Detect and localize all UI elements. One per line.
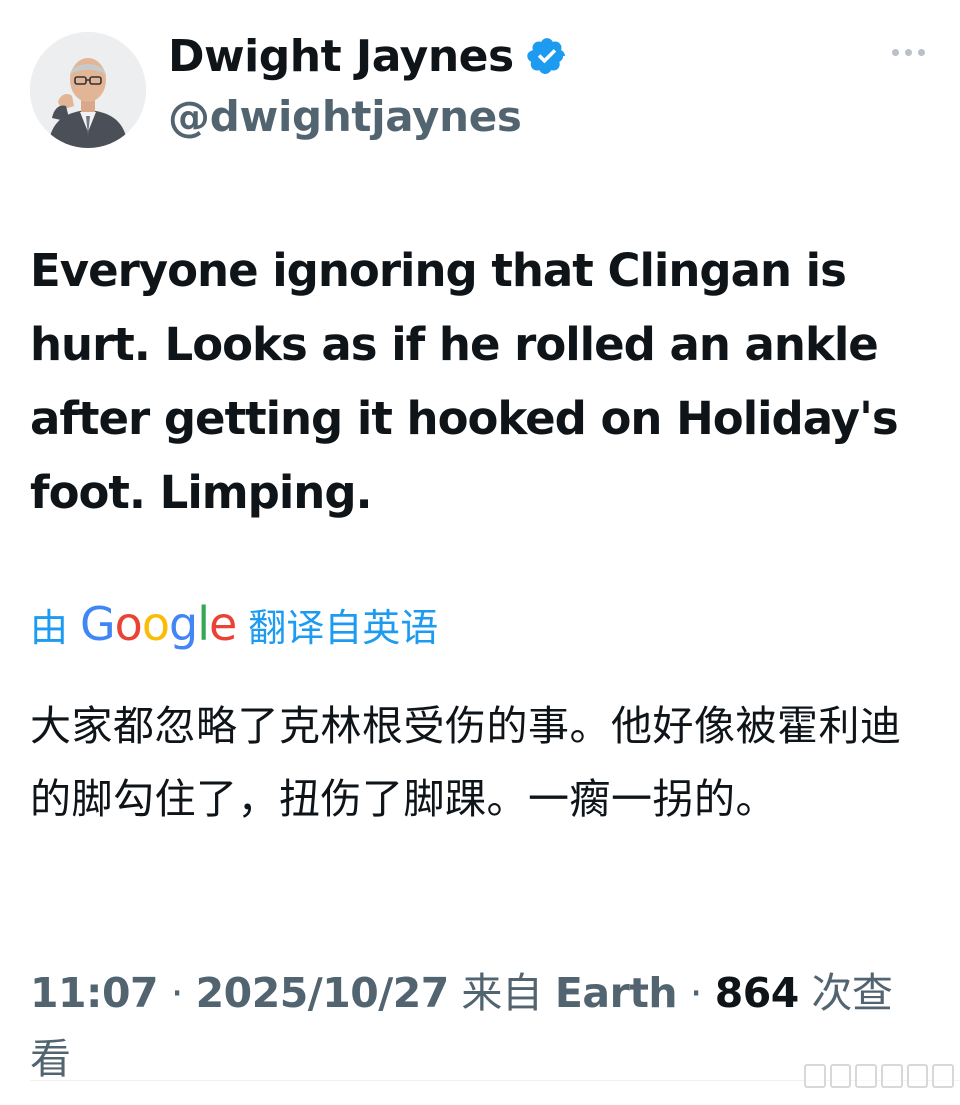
watermark-icon (803, 1061, 954, 1091)
more-dot-icon (904, 48, 912, 56)
tweet-location[interactable]: Earth (555, 969, 678, 1017)
translate-prefix: 由 (30, 605, 69, 650)
tweet-time[interactable]: 11:07 (30, 969, 159, 1017)
more-dot-icon (917, 48, 925, 56)
views-count[interactable]: 864 (715, 969, 800, 1017)
more-dot-icon (891, 48, 899, 56)
author-handle[interactable]: @dwightjaynes (168, 92, 522, 141)
tweet-card: Dwight Jaynes @dwightjaynes Everyone ign… (0, 0, 960, 1105)
translated-by-google-link[interactable]: 由 Google 翻译自英语 (30, 594, 438, 654)
author-display-name[interactable]: Dwight Jaynes (168, 31, 514, 82)
more-options-button[interactable] (880, 36, 936, 68)
google-logo-icon: Google (80, 597, 237, 651)
source-prefix: 来自 (461, 969, 543, 1017)
tweet-meta: 11:07 · 2025/10/27 来自 Earth · 864 次查看 (30, 960, 930, 1092)
avatar-photo-icon (30, 32, 146, 148)
tweet-date[interactable]: 2025/10/27 (196, 969, 450, 1017)
verified-badge-icon (526, 38, 565, 74)
avatar[interactable] (30, 32, 146, 148)
meta-separator: · (689, 969, 703, 1017)
translate-suffix: 翻译自英语 (248, 605, 439, 650)
meta-separator: · (170, 969, 184, 1017)
translated-tweet-text: 大家都忽略了克林根受伤的事。他好像被霍利迪的脚勾住了，扭伤了脚踝。一瘸一拐的。 (30, 702, 902, 823)
author-name-row: Dwight Jaynes (168, 26, 568, 86)
tweet-text: Everyone ignoring that Clingan is hurt. … (30, 244, 899, 519)
